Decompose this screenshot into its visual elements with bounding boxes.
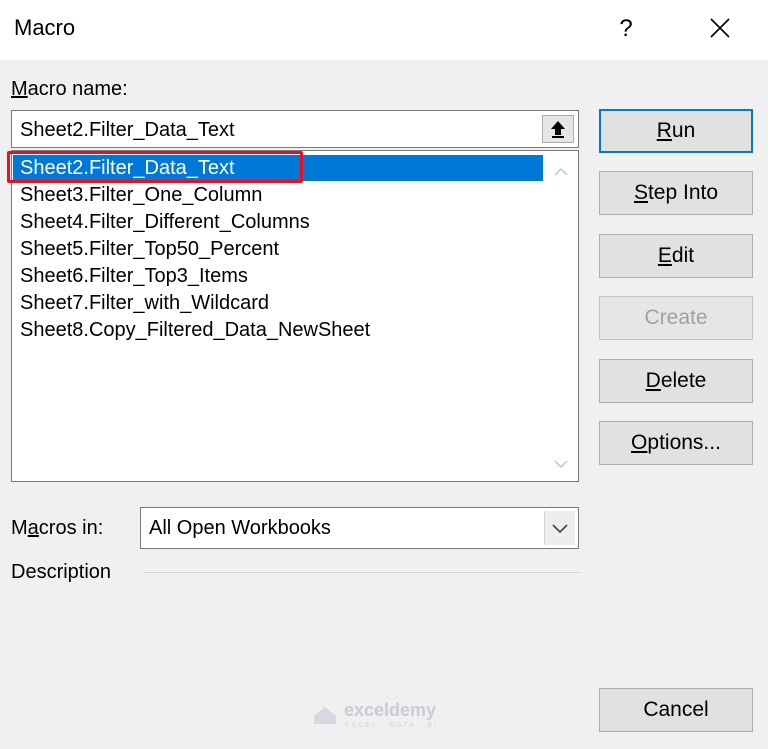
list-scrollbar[interactable] [544,151,578,481]
create-button: Create [599,296,753,340]
watermark-brand: exceldemy [344,700,437,720]
title-bar: Macro ? [0,0,768,60]
delete-button[interactable]: Delete [599,359,753,403]
list-item[interactable]: Sheet3.Filter_One_Column [20,182,262,208]
macro-name-value[interactable]: Sheet2.Filter_Data_Text [20,119,235,142]
description-divider [144,572,580,573]
step-into-button[interactable]: Step Into [599,171,753,215]
macro-list[interactable]: Sheet2.Filter_Data_Text Sheet3.Filter_On… [11,150,579,482]
list-item[interactable]: Sheet8.Copy_Filtered_Data_NewSheet [20,317,370,343]
watermark-logo-icon [312,704,338,731]
close-icon[interactable] [700,10,740,50]
list-item[interactable]: Sheet6.Filter_Top3_Items [20,263,248,289]
macro-name-input[interactable]: Sheet2.Filter_Data_Text [11,110,579,148]
scroll-down-icon[interactable] [552,455,570,473]
macro-name-label: Macro name: [11,78,128,100]
collapse-up-button[interactable] [542,115,574,143]
window-title: Macro [14,15,76,40]
macros-in-label: Macros in: [11,517,104,539]
list-item[interactable]: Sheet5.Filter_Top50_Percent [20,236,279,262]
arrow-up-icon [551,121,565,138]
run-button[interactable]: Run [599,109,753,153]
description-label: Description [11,561,112,583]
macros-in-dropdown[interactable]: All Open Workbooks [140,507,579,549]
list-item[interactable]: Sheet7.Filter_with_Wildcard [20,290,269,316]
options-button[interactable]: Options... [599,421,753,465]
edit-button[interactable]: Edit [599,234,753,278]
help-button[interactable]: ? [606,8,646,50]
watermark-tagline: EXCEL · DATA · BI [345,722,438,729]
list-item[interactable]: Sheet4.Filter_Different_Columns [20,209,310,235]
highlight-box [7,151,303,183]
scroll-up-icon[interactable] [552,163,570,181]
macros-in-value: All Open Workbooks [149,517,331,539]
chevron-down-icon[interactable] [544,511,575,545]
cancel-button[interactable]: Cancel [599,688,753,732]
